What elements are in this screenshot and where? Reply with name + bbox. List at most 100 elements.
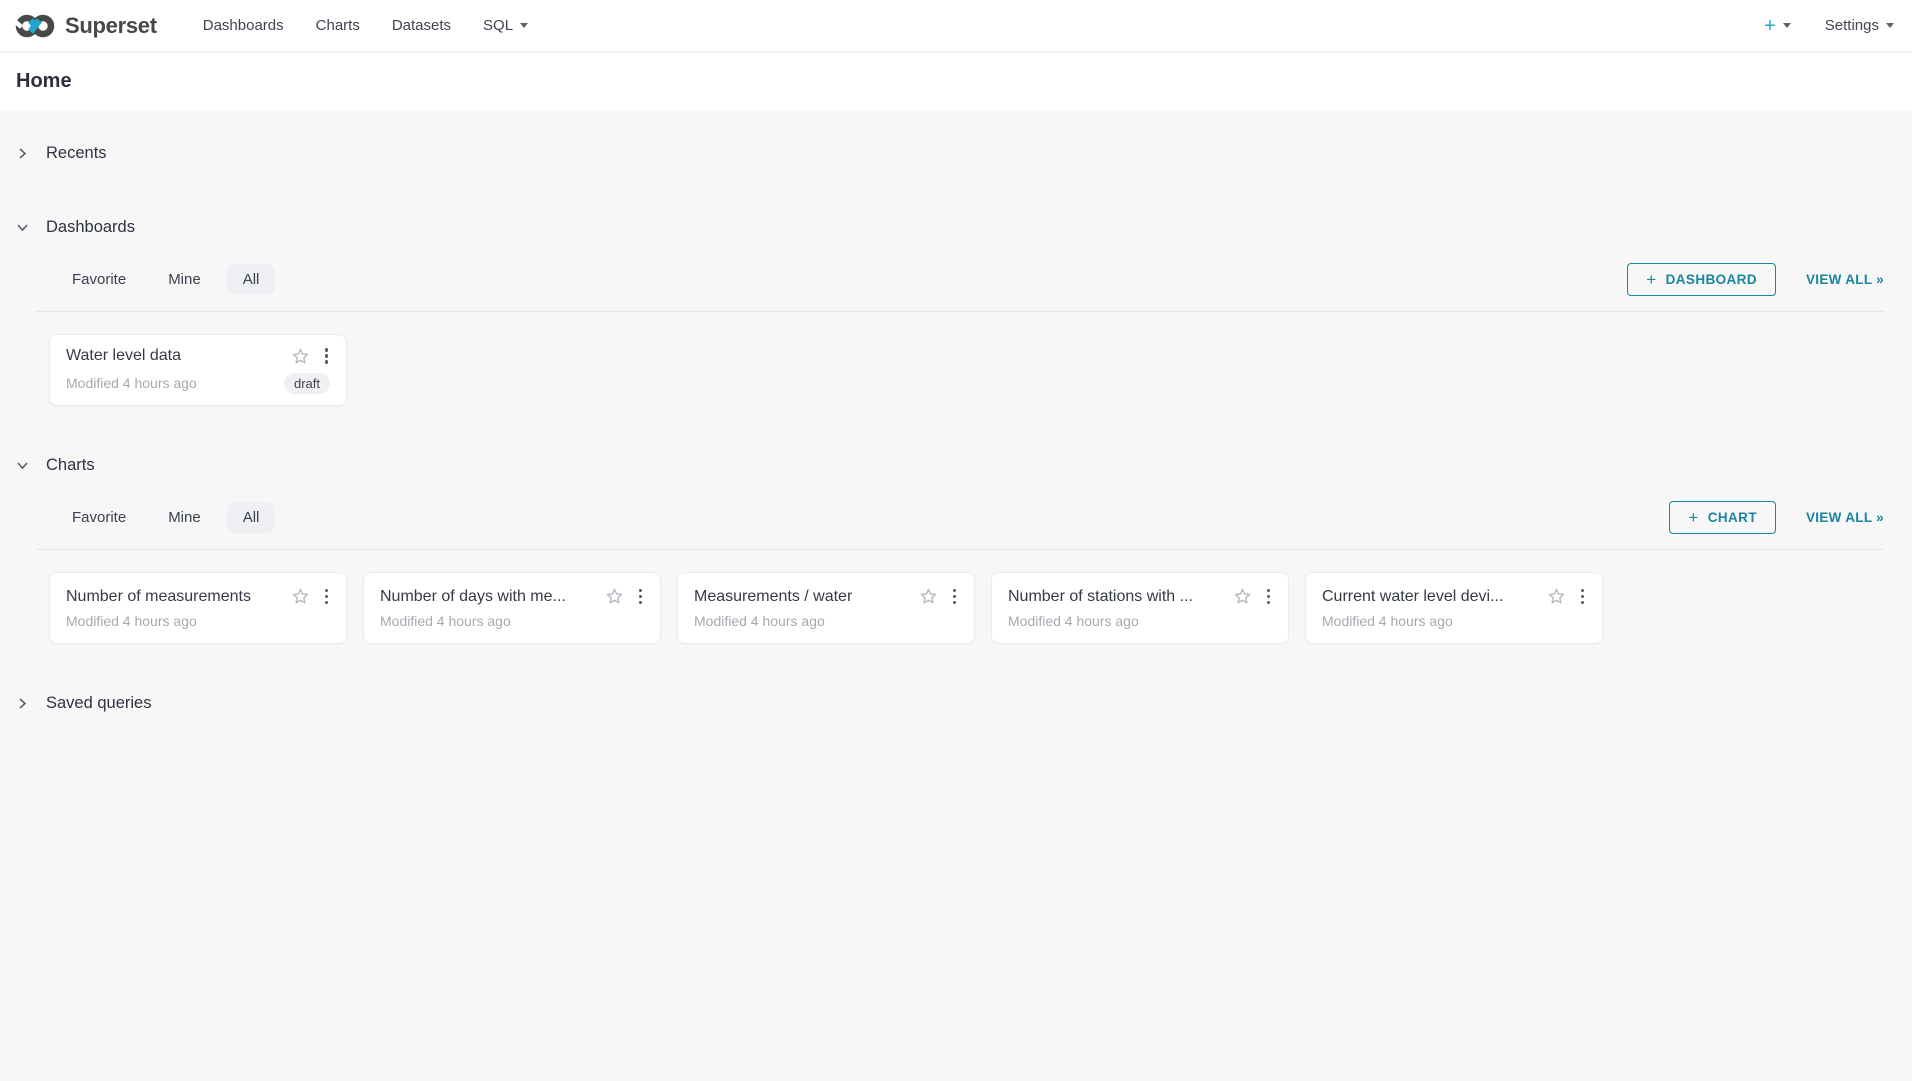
chart-card-title[interactable]: Number of stations with ...: [1008, 588, 1225, 606]
card-icons: [605, 587, 645, 607]
card-top-row: Water level data: [66, 346, 330, 366]
new-chart-button[interactable]: + CHART: [1669, 501, 1776, 534]
section-recents-header[interactable]: Recents: [16, 138, 1884, 168]
kebab-menu-icon[interactable]: [637, 587, 645, 607]
dashboard-card[interactable]: Water level data Modified 4 hours ago dr…: [49, 334, 347, 406]
card-bottom-row: Modified 4 hours ago: [1322, 613, 1586, 629]
chart-card[interactable]: Measurements / water Modified 4 hours ag…: [677, 572, 975, 644]
section-saved-queries-header[interactable]: Saved queries: [16, 688, 1884, 718]
nav-item-charts[interactable]: Charts: [300, 0, 376, 51]
card-modified-text: Modified 4 hours ago: [694, 613, 958, 629]
plus-icon: +: [1646, 271, 1656, 288]
new-chart-label: CHART: [1708, 510, 1757, 525]
charts-card-row: Number of measurements Modified 4 hours …: [49, 572, 1884, 644]
card-bottom-row: Modified 4 hours ago: [694, 613, 958, 629]
card-icons: [919, 587, 959, 607]
caret-down-icon: [1783, 23, 1791, 28]
brand-name: Superset: [65, 13, 157, 39]
section-dashboards-header[interactable]: Dashboards: [16, 212, 1884, 242]
nav-item-label: SQL: [483, 17, 513, 34]
kebab-menu-icon[interactable]: [323, 587, 331, 607]
star-icon[interactable]: [605, 587, 624, 606]
kebab-menu-icon[interactable]: [1265, 587, 1273, 607]
star-icon[interactable]: [1233, 587, 1252, 606]
card-top-row: Number of stations with ...: [1008, 587, 1272, 607]
caret-down-icon: [520, 23, 528, 28]
caret-down-icon: [1886, 23, 1894, 28]
card-icons: [291, 587, 331, 607]
view-all-dashboards-link[interactable]: VIEW ALL »: [1806, 272, 1884, 287]
chart-card-title[interactable]: Number of days with me...: [380, 588, 597, 606]
plus-icon: +: [1688, 509, 1698, 526]
main-nav: Dashboards Charts Datasets SQL: [187, 0, 544, 51]
dashboards-actions: + DASHBOARD VIEW ALL »: [1627, 263, 1884, 296]
tab-all[interactable]: All: [227, 502, 276, 533]
new-item-menu-button[interactable]: +: [1764, 16, 1791, 36]
chevron-down-icon: [16, 459, 29, 472]
section-title: Saved queries: [46, 694, 152, 713]
page-header: Home: [0, 53, 1912, 110]
new-dashboard-button[interactable]: + DASHBOARD: [1627, 263, 1776, 296]
dashboards-tabs: Favorite Mine All: [56, 264, 275, 295]
section-title: Charts: [46, 456, 95, 475]
chart-card-title[interactable]: Measurements / water: [694, 588, 911, 606]
card-top-row: Number of measurements: [66, 587, 330, 607]
tab-favorite[interactable]: Favorite: [56, 502, 142, 533]
navbar-right: + Settings: [1764, 16, 1894, 36]
card-bottom-row: Modified 4 hours ago: [380, 613, 644, 629]
card-icons: [1547, 587, 1587, 607]
dashboards-card-row: Water level data Modified 4 hours ago dr…: [49, 334, 1884, 406]
settings-menu-button[interactable]: Settings: [1825, 17, 1894, 34]
card-bottom-row: Modified 4 hours ago: [1008, 613, 1272, 629]
kebab-menu-icon[interactable]: [1579, 587, 1587, 607]
charts-actions: + CHART VIEW ALL »: [1669, 501, 1884, 534]
kebab-menu-icon[interactable]: [323, 346, 331, 366]
superset-logo[interactable]: Superset: [14, 12, 157, 40]
star-icon[interactable]: [919, 587, 938, 606]
tab-mine[interactable]: Mine: [152, 264, 217, 295]
plus-icon: +: [1764, 16, 1776, 36]
card-top-row: Current water level devi...: [1322, 587, 1586, 607]
nav-item-datasets[interactable]: Datasets: [376, 0, 467, 51]
chevron-right-icon: [16, 147, 29, 160]
star-icon[interactable]: [1547, 587, 1566, 606]
section-charts-header[interactable]: Charts: [16, 450, 1884, 480]
card-icons: [1233, 587, 1273, 607]
section-title: Dashboards: [46, 218, 135, 237]
tab-mine[interactable]: Mine: [152, 502, 217, 533]
chart-card[interactable]: Number of measurements Modified 4 hours …: [49, 572, 347, 644]
kebab-menu-icon[interactable]: [951, 587, 959, 607]
card-modified-text: Modified 4 hours ago: [66, 375, 284, 391]
nav-item-dashboards[interactable]: Dashboards: [187, 0, 300, 51]
nav-item-label: Dashboards: [203, 17, 284, 34]
chart-card[interactable]: Current water level devi... Modified 4 h…: [1305, 572, 1603, 644]
card-modified-text: Modified 4 hours ago: [1322, 613, 1586, 629]
dashboards-subbar: Favorite Mine All + DASHBOARD VIEW ALL »: [16, 262, 1884, 296]
chevron-down-icon: [16, 221, 29, 234]
divider: [36, 311, 1884, 312]
star-icon[interactable]: [291, 587, 310, 606]
dashboard-card-title[interactable]: Water level data: [66, 347, 283, 365]
nav-item-label: Datasets: [392, 17, 451, 34]
charts-subbar: Favorite Mine All + CHART VIEW ALL »: [16, 500, 1884, 534]
chart-card-title[interactable]: Current water level devi...: [1322, 588, 1539, 606]
tab-all[interactable]: All: [227, 264, 276, 295]
chart-card-title[interactable]: Number of measurements: [66, 588, 283, 606]
home-content: Recents Dashboards Favorite Mine All + D…: [0, 138, 1912, 1081]
chevron-right-icon: [16, 697, 29, 710]
new-dashboard-label: DASHBOARD: [1666, 272, 1757, 287]
tab-favorite[interactable]: Favorite: [56, 264, 142, 295]
navbar: Superset Dashboards Charts Datasets SQL …: [0, 0, 1912, 53]
charts-tabs: Favorite Mine All: [56, 502, 275, 533]
star-icon[interactable]: [291, 347, 310, 366]
card-modified-text: Modified 4 hours ago: [1008, 613, 1272, 629]
nav-item-sql[interactable]: SQL: [467, 0, 544, 51]
chart-card[interactable]: Number of stations with ... Modified 4 h…: [991, 572, 1289, 644]
chart-card[interactable]: Number of days with me... Modified 4 hou…: [363, 572, 661, 644]
view-all-charts-link[interactable]: VIEW ALL »: [1806, 510, 1884, 525]
card-bottom-row: Modified 4 hours ago: [66, 613, 330, 629]
superset-infinity-icon: [14, 12, 56, 40]
card-modified-text: Modified 4 hours ago: [66, 613, 330, 629]
card-icons: [291, 346, 331, 366]
draft-status-badge: draft: [284, 373, 330, 394]
